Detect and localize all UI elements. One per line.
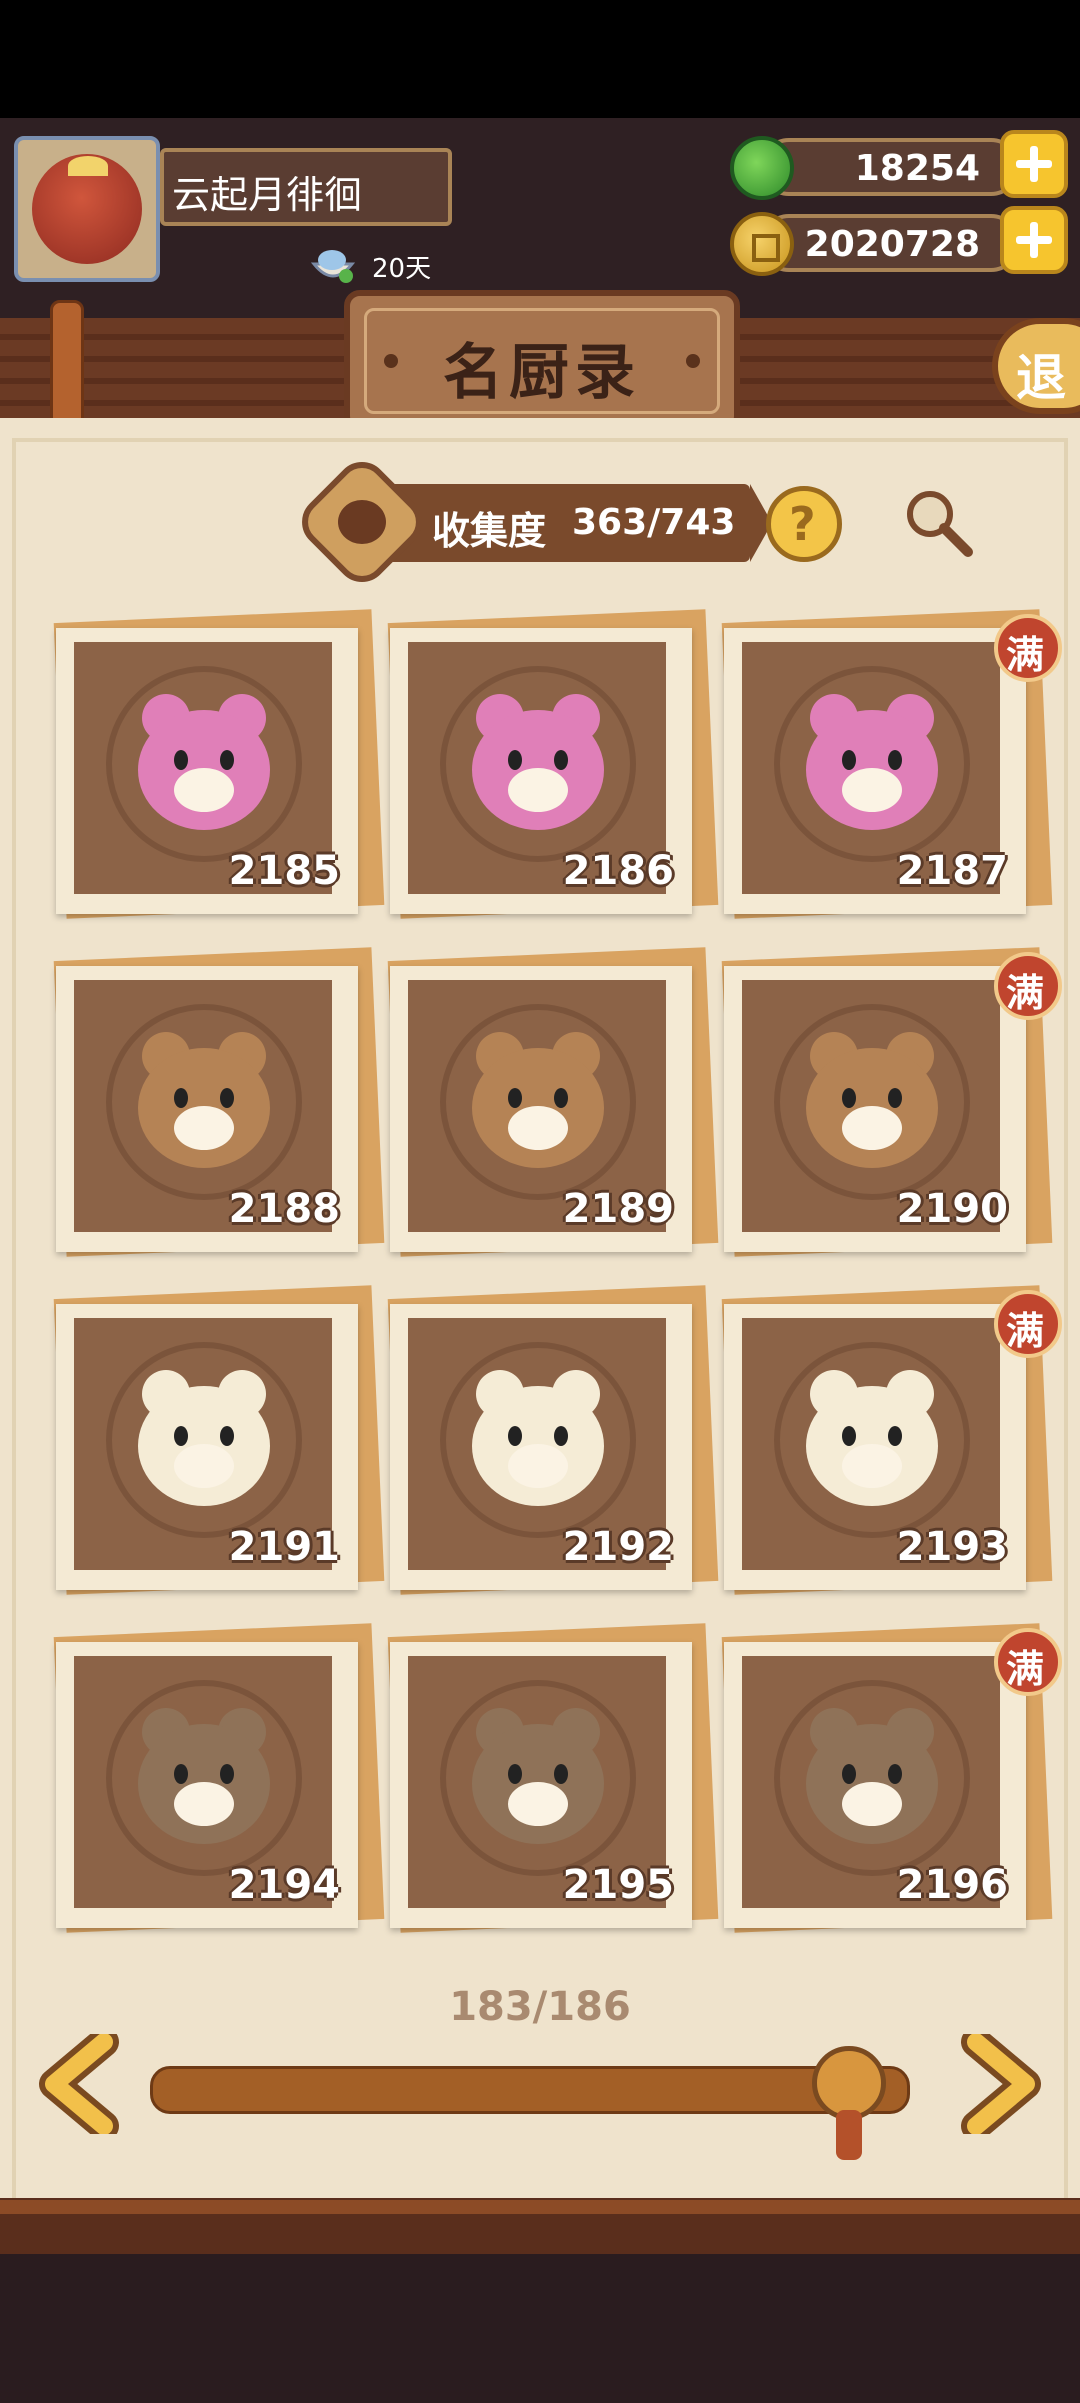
chef-portrait xyxy=(448,680,628,856)
chef-card[interactable]: 2192 xyxy=(378,1285,719,1598)
chef-card[interactable]: 2187 满 xyxy=(712,609,1062,922)
page-title: 名厨录 xyxy=(443,338,641,408)
chef-card-number: 2194 xyxy=(228,1862,340,1908)
player-avatar[interactable] xyxy=(14,136,160,282)
search-icon[interactable] xyxy=(900,484,980,564)
bear-face-icon xyxy=(338,500,386,544)
chef-card-number: 2190 xyxy=(896,1186,1008,1232)
full-badge: 满 xyxy=(994,1290,1062,1358)
collection-label: 收集度 xyxy=(432,509,547,553)
chef-portrait xyxy=(114,1356,294,1532)
chef-portrait xyxy=(114,1694,294,1870)
coin-icon xyxy=(730,212,794,276)
help-button[interactable]: ? xyxy=(766,486,842,562)
chef-card[interactable]: 2191 xyxy=(44,1285,385,1598)
chef-portrait xyxy=(448,1694,628,1870)
add-jade-button[interactable] xyxy=(1000,130,1068,198)
coin-amount: 2020728 xyxy=(804,224,980,265)
question-mark-icon: ? xyxy=(789,497,816,551)
exit-label: 退 xyxy=(1016,349,1066,407)
chef-card[interactable]: 2193 满 xyxy=(712,1285,1062,1598)
chef-card[interactable]: 2195 xyxy=(378,1623,719,1936)
player-name-box[interactable]: 云起月徘徊 xyxy=(160,148,452,226)
chef-card[interactable]: 2189 xyxy=(378,947,719,1260)
exit-button[interactable]: 退 xyxy=(992,318,1080,414)
add-coins-button[interactable] xyxy=(1000,206,1068,274)
player-name: 云起月徘徊 xyxy=(172,173,363,217)
chef-portrait xyxy=(782,1694,962,1870)
collection-value: 363/743 xyxy=(572,502,736,543)
chef-card-number: 2188 xyxy=(228,1186,340,1232)
chef-card[interactable]: 2194 xyxy=(44,1623,385,1936)
rice-bowl-icon xyxy=(310,250,356,283)
chef-portrait xyxy=(782,1356,962,1532)
chef-portrait xyxy=(448,1018,628,1194)
page-slider-handle[interactable] xyxy=(812,2046,887,2120)
wooden-pole xyxy=(50,300,84,436)
chef-card-number: 2193 xyxy=(896,1524,1008,1570)
full-badge: 满 xyxy=(994,952,1062,1020)
chef-card-number: 2189 xyxy=(562,1186,674,1232)
chef-portrait xyxy=(114,1018,294,1194)
chef-card-number: 2191 xyxy=(228,1524,340,1570)
coin-currency-bar: 2020728 xyxy=(760,214,1020,272)
title-plaque: 名厨录 xyxy=(344,290,740,432)
chef-card[interactable]: 2196 满 xyxy=(712,1623,1062,1936)
chef-portrait xyxy=(782,680,962,856)
chef-card-number: 2186 xyxy=(562,848,674,894)
login-days: 20天 xyxy=(372,254,432,284)
full-badge: 满 xyxy=(994,1628,1062,1696)
chef-card[interactable]: 2188 xyxy=(44,947,385,1260)
page-slider-track[interactable] xyxy=(150,2066,910,2114)
jade-icon xyxy=(730,136,794,200)
jade-currency-bar: 18254 xyxy=(760,138,1020,196)
full-badge: 满 xyxy=(994,614,1062,682)
status-bar-area xyxy=(0,0,1080,118)
chef-card-number: 2185 xyxy=(228,848,340,894)
chef-card-number: 2187 xyxy=(896,848,1008,894)
chef-portrait xyxy=(114,680,294,856)
chef-card-number: 2192 xyxy=(562,1524,674,1570)
next-page-button[interactable] xyxy=(956,2034,1046,2134)
slider-tassel xyxy=(836,2110,863,2160)
previous-page-button[interactable] xyxy=(34,2034,124,2134)
chef-card[interactable]: 2186 xyxy=(378,609,719,922)
jade-amount: 18254 xyxy=(854,148,980,189)
page-indicator: 183/186 xyxy=(449,1984,631,2030)
chef-portrait xyxy=(782,1018,962,1194)
chef-card-number: 2196 xyxy=(896,1862,1008,1908)
chef-card-number: 2195 xyxy=(562,1862,674,1908)
chef-card[interactable]: 2190 满 xyxy=(712,947,1062,1260)
chef-card[interactable]: 2185 xyxy=(44,609,385,922)
chef-portrait xyxy=(448,1356,628,1532)
